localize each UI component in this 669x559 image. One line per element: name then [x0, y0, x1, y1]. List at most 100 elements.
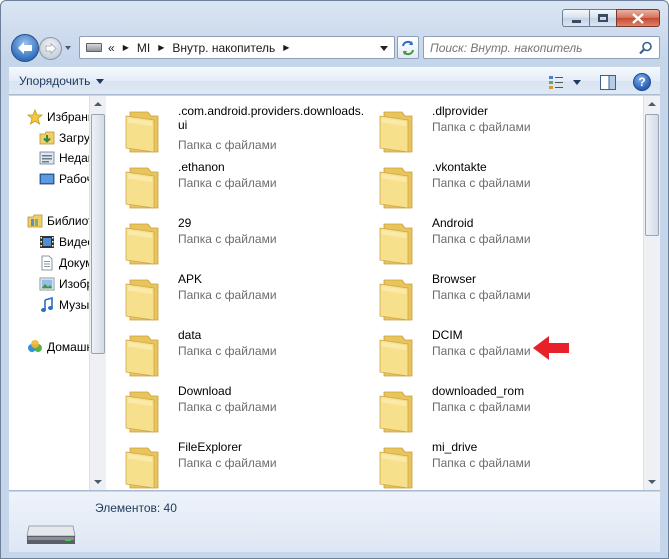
navigation-bar: « ▶ MI ▶ Внутр. накопитель ▶ — [9, 33, 660, 63]
nav-item-label: Домашняя группа — [47, 340, 89, 354]
nav-item-favorites[interactable]: Избранное — [27, 107, 89, 127]
folder-item[interactable]: .ethanon Папка с файлами — [106, 158, 356, 210]
folder-name: .vkontakte — [432, 160, 487, 174]
folder-item[interactable]: 29 Папка с файлами — [106, 214, 356, 266]
content-area: Избранное Загрузки Недавние места Рабочи… — [9, 96, 660, 491]
folder-item[interactable]: downloaded_rom Папка с файлами — [360, 382, 610, 434]
close-icon — [632, 12, 644, 24]
address-bar[interactable]: « ▶ MI ▶ Внутр. накопитель ▶ — [79, 36, 395, 59]
nav-item-libraries[interactable]: Библиотеки — [27, 211, 89, 231]
maximize-icon — [598, 14, 608, 22]
view-options-icon — [549, 76, 563, 89]
folder-item[interactable]: data Папка с файлами — [106, 326, 356, 378]
folder-icon — [125, 391, 159, 433]
command-bar: Упорядочить ? — [9, 67, 660, 95]
folder-name: 29 — [178, 216, 192, 230]
drive-icon — [86, 43, 102, 52]
window-controls — [562, 9, 660, 27]
refresh-button[interactable] — [397, 36, 419, 59]
search-input[interactable] — [430, 40, 630, 55]
folder-item[interactable]: APK Папка с файлами — [106, 270, 356, 322]
chevron-down-icon — [573, 79, 581, 85]
breadcrumb-overflow[interactable]: « — [108, 41, 115, 55]
address-history-dropdown[interactable] — [380, 46, 388, 51]
folder-type: Папка с файлами — [178, 138, 277, 152]
breadcrumb-separator-icon[interactable]: ▶ — [283, 43, 289, 52]
folder-icon — [125, 447, 159, 489]
search-icon[interactable] — [639, 41, 653, 55]
navigation-pane-scrollbar[interactable] — [89, 96, 106, 490]
breadcrumb-separator-icon[interactable]: ▶ — [158, 43, 164, 52]
preview-pane-button[interactable] — [594, 71, 622, 93]
nav-item-documents[interactable]: Документы — [39, 253, 89, 273]
folder-item[interactable]: Download Папка с файлами — [106, 382, 356, 434]
item-count: Элементов: 40 — [95, 501, 177, 515]
nav-item-label: Документы — [59, 256, 89, 270]
scroll-down-arrow-icon[interactable] — [94, 480, 102, 484]
scroll-down-arrow-icon[interactable] — [648, 480, 656, 484]
documents-icon — [39, 255, 55, 271]
preview-pane-icon — [600, 74, 616, 90]
scroll-thumb[interactable] — [645, 114, 659, 236]
breadcrumb-mi[interactable]: MI — [137, 41, 150, 55]
view-menu-dropdown[interactable] — [570, 71, 584, 93]
nav-item-desktop[interactable]: Рабочий стол — [39, 169, 89, 189]
scroll-up-arrow-icon[interactable] — [648, 102, 656, 106]
nav-item-video[interactable]: Видео — [39, 232, 89, 252]
minimize-icon — [571, 19, 581, 23]
homegroup-icon — [27, 339, 43, 355]
folder-type: Папка с файлами — [432, 344, 531, 358]
nav-item-downloads[interactable]: Загрузки — [39, 128, 89, 148]
chevron-down-icon — [96, 78, 105, 84]
breadcrumb-separator-icon[interactable]: ▶ — [123, 43, 129, 52]
nav-item-recent-places[interactable]: Недавние места — [39, 148, 89, 168]
folder-icon — [379, 167, 413, 209]
nav-item-images[interactable]: Изображения — [39, 274, 89, 294]
navigation-pane: Избранное Загрузки Недавние места Рабочи… — [9, 96, 89, 490]
minimize-button[interactable] — [562, 9, 589, 27]
nav-item-label: Изображения — [59, 277, 89, 291]
folder-item[interactable]: DCIM Папка с файлами — [360, 326, 610, 378]
maximize-button[interactable] — [589, 9, 616, 27]
music-icon — [39, 297, 55, 313]
recent-pages-dropdown[interactable] — [65, 46, 71, 50]
folder-item[interactable]: Android Папка с файлами — [360, 214, 610, 266]
close-button[interactable] — [616, 9, 660, 27]
search-box[interactable] — [423, 36, 660, 59]
folder-item[interactable]: Browser Папка с файлами — [360, 270, 610, 322]
change-view-button[interactable] — [542, 71, 570, 93]
folder-name: Download — [178, 384, 232, 398]
folder-type: Папка с файлами — [432, 176, 531, 190]
folder-item[interactable]: .vkontakte Папка с файлами — [360, 158, 610, 210]
help-icon: ? — [633, 73, 651, 91]
folder-icon — [379, 279, 413, 321]
folder-type: Папка с файлами — [432, 232, 531, 246]
folder-item[interactable]: .com.android.providers.downloads.ui Папка… — [106, 102, 364, 154]
folder-item[interactable]: FileExplorer Папка с файлами — [106, 438, 356, 490]
folder-item[interactable]: mi_drive Папка с файлами — [360, 438, 610, 490]
folder-icon — [125, 223, 159, 265]
file-list-scrollbar[interactable] — [643, 96, 660, 490]
nav-item-music[interactable]: Музыка — [39, 295, 89, 315]
recent-places-icon — [39, 150, 55, 166]
folder-name: downloaded_rom — [432, 384, 525, 398]
folder-icon — [379, 111, 413, 153]
back-button[interactable] — [11, 34, 39, 62]
organize-menu-button[interactable]: Упорядочить — [19, 74, 105, 88]
folder-type: Папка с файлами — [178, 456, 277, 470]
nav-item-homegroup[interactable]: Домашняя группа — [27, 337, 89, 357]
folder-item[interactable]: .dlprovider Папка с файлами — [360, 102, 610, 154]
folder-icon — [379, 391, 413, 433]
video-icon — [39, 234, 55, 250]
breadcrumb-internal-storage[interactable]: Внутр. накопитель — [172, 41, 275, 55]
folder-name: .com.android.providers.downloads.ui — [178, 104, 365, 132]
folder-type: Папка с файлами — [178, 232, 277, 246]
file-list: .com.android.providers.downloads.ui Папка… — [106, 96, 643, 490]
help-button[interactable]: ? — [628, 71, 656, 93]
folder-icon — [379, 335, 413, 377]
folder-name: Browser — [432, 272, 477, 286]
scroll-thumb[interactable] — [91, 114, 105, 354]
forward-button[interactable] — [39, 37, 62, 60]
nav-item-label: Музыка — [59, 298, 89, 312]
scroll-up-arrow-icon[interactable] — [94, 102, 102, 106]
